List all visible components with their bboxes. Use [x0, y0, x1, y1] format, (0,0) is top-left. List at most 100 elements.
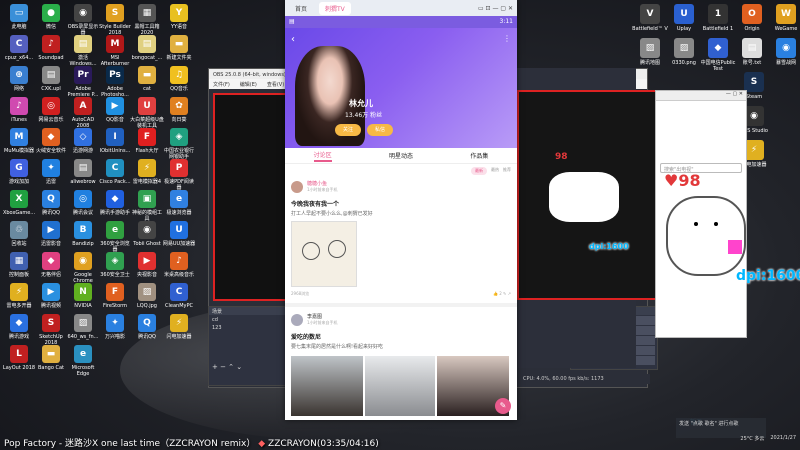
desktop-icon[interactable]: ▨ 640_ws_fn...	[66, 314, 100, 340]
desktop-icon[interactable]: Q 腾讯QQ	[130, 314, 164, 340]
desktop-icon[interactable]: P 极速PDF阅读器	[162, 159, 196, 191]
scene-item[interactable]: 123	[209, 325, 285, 331]
desktop-icon[interactable]: ◆ 腾讯游戏	[2, 314, 36, 340]
desktop-icon[interactable]: ▬ 新建文件夹	[162, 35, 196, 61]
desktop-icon[interactable]: U Uplay	[666, 4, 702, 32]
desktop-icon[interactable]: ▤ 激活 Windows...	[66, 35, 100, 67]
desktop-icon[interactable]: ♪ 米桌高级音乐	[162, 252, 196, 278]
post-card[interactable]: 李嘉图 1小时前来自手机 爱吃的数尼 要七集末尾的居然是什么啊!看起来好好吃	[285, 311, 517, 418]
scene-add-icon[interactable]: + − ⌃ ⌄	[212, 363, 242, 371]
desktop-icon[interactable]: X XboxGame...	[2, 190, 36, 216]
phone-mirror-window[interactable]: 首页 刺猬TV ▭ ⊡ — ▢ ✕ ▤ 3:11 ‹ ⋮ 林允儿 13.46万 …	[285, 0, 517, 420]
desktop-icon[interactable]: ▤ aliwebrow	[66, 159, 100, 185]
desktop-icon[interactable]: S Style Builder 2018	[98, 4, 132, 36]
scene-item[interactable]: cd	[209, 315, 285, 325]
desktop-icon[interactable]: C CleanMyPC	[162, 283, 196, 309]
post-username[interactable]: 李嘉图	[307, 313, 338, 320]
desktop-icon[interactable]: ◈ 中国农业银行网银助手	[162, 128, 196, 160]
desktop-icon[interactable]: Q 腾讯QQ	[34, 190, 68, 216]
desktop-icon[interactable]: ◉ Google Chrome	[66, 252, 100, 284]
desktop-icon[interactable]: N NVIDIA	[66, 283, 100, 309]
desktop-icon[interactable]: ● 微信	[34, 4, 68, 30]
desktop-icon[interactable]: ◆ 中国电信Public Test	[700, 38, 736, 72]
post-photo[interactable]	[365, 356, 435, 416]
more-icon[interactable]: ⋮	[503, 34, 511, 43]
message-button[interactable]: 私信	[367, 124, 393, 136]
desktop-icon[interactable]: ◎ 网易云音乐	[34, 97, 68, 123]
desktop-icon[interactable]: ♲ 回收站	[2, 221, 36, 247]
weather-indicator[interactable]: 25°C 多云	[740, 435, 764, 442]
desktop-icon[interactable]: ▶ QQ影音	[98, 97, 132, 123]
desktop-icon[interactable]: ▨ LQQ.jpg	[130, 283, 164, 309]
desktop-icon[interactable]: M MSI Afterburner	[98, 35, 132, 67]
desktop-icon[interactable]: ◉ Tobii Ghost	[130, 221, 164, 247]
post-photos[interactable]	[291, 356, 511, 416]
desktop-icon[interactable]: ✦ 迅雷	[34, 159, 68, 185]
desktop-icon[interactable]: O Origin	[734, 4, 770, 32]
desktop-icon[interactable]: ◇ 迅游网游	[66, 128, 100, 154]
desktop-icon[interactable]: ▨ 0330.png	[666, 38, 702, 66]
desktop-icon[interactable]: ⚡ 雷电多开器	[2, 283, 36, 309]
desktop-icon[interactable]: ▨ 腾讯地图	[632, 38, 668, 66]
desktop-icon[interactable]: ⚡ 闪电加速器	[162, 314, 196, 340]
desktop-icon[interactable]: G 游戏加加	[2, 159, 36, 185]
desktop-icon[interactable]: ▬ Bango Cat	[34, 345, 68, 371]
desktop-icon[interactable]: ▤ 账号.txt	[734, 38, 770, 66]
desktop-icon[interactable]: ◉ OBS录屏显示器	[66, 4, 100, 36]
sort-latest[interactable]: 最新	[471, 167, 487, 175]
desktop-icon[interactable]: Ccpuz_x64...	[2, 35, 36, 61]
desktop-icon[interactable]: Y YY语音	[162, 4, 196, 30]
post-username[interactable]: 糖糖小鱼	[307, 180, 338, 187]
desktop-icon[interactable]: ⚡ 雷电模拟器4	[130, 159, 164, 185]
desktop-icon[interactable]: ◆ 无格伴侣	[34, 252, 68, 278]
desktop-icon[interactable]: ◆ 腾讯手游助手	[98, 190, 132, 216]
avatar[interactable]	[291, 313, 303, 326]
obs-second-window[interactable]: 98 dpi:1600	[516, 68, 657, 368]
desktop-icon[interactable]: ▶ 央视影音	[130, 252, 164, 278]
desktop-icon[interactable]: e Microsoft Edge	[66, 345, 100, 377]
desktop-icon[interactable]: Ps Adobe Photosho...	[98, 66, 132, 98]
desktop-icon[interactable]: M MuMu模拟器	[2, 128, 36, 154]
tab-discussion[interactable]: 讨论区	[313, 150, 332, 162]
desktop-icon[interactable]: ♪ Soundpad	[34, 35, 68, 61]
desktop-icon[interactable]: e 极速浏览器	[162, 190, 196, 216]
desktop-icon[interactable]: ◎ 腾讯会议	[66, 190, 100, 216]
follow-button[interactable]: 关注	[335, 124, 361, 136]
desktop-icon[interactable]: B Bandizip	[66, 221, 100, 247]
desktop-icon[interactable]: L LayOut 2018	[2, 345, 36, 371]
tab-ciwei-tv[interactable]: 刺猬TV	[319, 1, 351, 15]
avatar[interactable]	[291, 180, 303, 193]
tab-home[interactable]: 首页	[289, 2, 313, 15]
desktop-icon[interactable]: U 网易UU加速器	[162, 221, 196, 247]
desktop-icon[interactable]: ▶ 腾讯视频	[34, 283, 68, 309]
tray-clock[interactable]: 2021/1/27	[770, 435, 796, 441]
desktop-icon[interactable]: 1 Battlefield 1	[700, 4, 736, 32]
desktop-icon[interactable]: ▭ 此电脑	[2, 4, 36, 30]
desktop-icon[interactable]: V Battlefield™ V	[632, 4, 668, 32]
desktop-icon[interactable]: ▶ 迅雷影音	[34, 221, 68, 247]
desktop-icon[interactable]: ◉ 暴雪战网	[768, 38, 800, 66]
desktop-icon[interactable]: ✿ 向日葵	[162, 97, 196, 123]
post-image[interactable]	[291, 221, 357, 287]
desktop-icon[interactable]: ◆ 火绒安全软件	[34, 128, 68, 154]
desktop-icon[interactable]: S SketchUp 2018	[34, 314, 68, 346]
desktop-icon[interactable]: A AutoCAD 2008	[66, 97, 100, 129]
desktop-icon[interactable]: ▦ 黑帽工具箱2020	[130, 4, 164, 36]
tab-star-news[interactable]: 明星动态	[389, 151, 413, 160]
obs-menu-file[interactable]: 文件(F)	[213, 81, 230, 88]
desktop-icon[interactable]: Pr Adobe Premiere P...	[66, 66, 100, 98]
desktop-icon[interactable]: ▦ 控制面板	[2, 252, 36, 278]
phone-window-controls[interactable]: ▭ ⊡ — ▢ ✕	[478, 5, 517, 12]
compose-button[interactable]: ✎	[495, 398, 511, 414]
desktop-icon[interactable]: ▣ 神秘的模组工具	[130, 190, 164, 222]
obs-menu-edit[interactable]: 编辑(E)	[240, 81, 257, 88]
desktop-icon[interactable]: ♪ iTunes	[2, 97, 36, 123]
sort-recommend[interactable]: 推荐	[503, 167, 511, 175]
desktop-icon[interactable]: F Flash大厅	[130, 128, 164, 154]
post-card[interactable]: 糖糖小鱼 1小时前来自手机 今晚我夜有我一个 打工人早起不要小么么,@刺猬已发好…	[285, 178, 517, 299]
sort-hot[interactable]: 最热	[491, 167, 499, 175]
desktop-icon[interactable]: I IObitUnins...	[98, 128, 132, 154]
back-icon[interactable]: ‹	[291, 34, 295, 45]
desktop-icon[interactable]: e 360安全浏览器	[98, 221, 132, 253]
window-controls[interactable]: — ▢ ✕	[656, 91, 746, 101]
